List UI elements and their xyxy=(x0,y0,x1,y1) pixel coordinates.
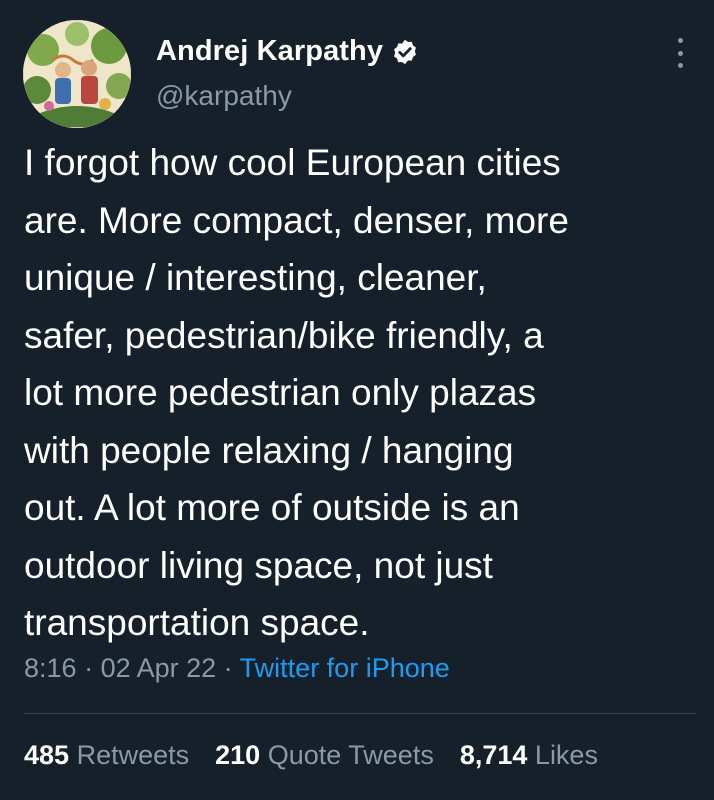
divider xyxy=(24,713,696,714)
more-dot xyxy=(677,63,683,68)
retweets-label: Retweets xyxy=(76,740,190,770)
tweet-text-line: are. More compact, denser, more xyxy=(24,199,569,241)
author-name-row: Andrej Karpathy xyxy=(156,35,419,68)
retweets-stat[interactable]: 485 Retweets xyxy=(24,740,189,771)
tweet-text-line: outdoor living space, not just xyxy=(24,544,493,586)
more-dot xyxy=(677,38,683,43)
tweet-text-line: unique / interesting, cleaner, xyxy=(24,257,487,298)
tweet-text-line: safer, pedestrian/bike friendly, a xyxy=(24,314,544,356)
quote-tweets-stat[interactable]: 210 Quote Tweets xyxy=(215,740,434,771)
tweet-card: Andrej Karpathy @karpathy I forgot how c… xyxy=(0,0,714,800)
author-display-name[interactable]: Andrej Karpathy xyxy=(156,35,383,68)
more-options-icon[interactable] xyxy=(668,36,692,70)
author-handle[interactable]: @karpathy xyxy=(156,80,292,112)
likes-count: 8,714 xyxy=(459,740,528,770)
more-dot xyxy=(677,50,683,56)
retweets-count: 485 xyxy=(24,740,70,770)
quote-tweets-label: Quote Tweets xyxy=(267,740,434,770)
tweet-text: I forgot how cool European cities are. M… xyxy=(24,134,696,652)
likes-stat[interactable]: 8,714 Likes xyxy=(460,740,598,771)
likes-label: Likes xyxy=(534,740,598,770)
meta-separator: · xyxy=(216,653,240,683)
tweet-text-line: I forgot how cool European cities xyxy=(24,142,561,183)
verified-badge-icon xyxy=(391,38,419,66)
tweet-text-line: with people relaxing / hanging xyxy=(24,429,514,471)
tweet-time[interactable]: 8:16 xyxy=(24,653,77,683)
author-avatar[interactable] xyxy=(23,20,131,128)
meta-separator: · xyxy=(76,653,101,683)
tweet-text-line: transportation space. xyxy=(24,602,370,643)
tweet-stats: 485 Retweets 210 Quote Tweets 8,714 Like… xyxy=(24,740,598,771)
tweet-text-line: lot more pedestrian only plazas xyxy=(24,372,537,413)
avatar-illustration-icon xyxy=(23,20,131,128)
tweet-meta: 8:16 · 02 Apr 22 · Twitter for iPhone xyxy=(24,653,450,684)
quote-tweets-count: 210 xyxy=(215,740,261,770)
tweet-text-line: out. A lot more of outside is an xyxy=(24,487,520,528)
tweet-source-link[interactable]: Twitter for iPhone xyxy=(240,653,450,683)
tweet-date[interactable]: 02 Apr 22 xyxy=(101,653,217,683)
